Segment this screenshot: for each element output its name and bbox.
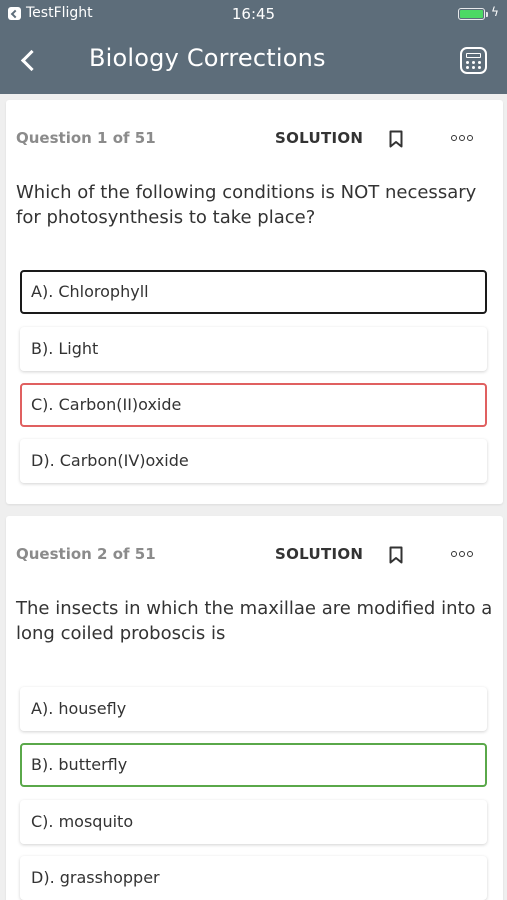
- option-c[interactable]: C). mosquito: [20, 800, 487, 844]
- option-b[interactable]: B). butterfly: [20, 743, 487, 787]
- solution-button[interactable]: SOLUTION: [275, 545, 363, 563]
- option-c[interactable]: C). Carbon(II)oxide: [20, 383, 487, 427]
- more-options-icon[interactable]: [451, 550, 473, 558]
- battery-icon: [458, 8, 485, 20]
- question-counter: Question 1 of 51: [16, 129, 156, 147]
- option-d[interactable]: D). Carbon(IV)oxide: [20, 439, 487, 483]
- status-time: 16:45: [231, 5, 276, 23]
- question-counter: Question 2 of 51: [16, 545, 156, 563]
- bookmark-icon[interactable]: [389, 130, 403, 148]
- back-button[interactable]: [14, 44, 44, 78]
- option-a[interactable]: A). Chlorophyll: [20, 270, 487, 314]
- calculator-icon: [466, 53, 481, 58]
- calculator-button[interactable]: [460, 47, 487, 74]
- battery-tip: [486, 12, 488, 17]
- question-text: Which of the following conditions is NOT…: [16, 182, 477, 228]
- status-bar: TestFlight 16:45 ϟ: [0, 0, 507, 28]
- option-a[interactable]: A). housefly: [20, 687, 487, 731]
- solution-button[interactable]: SOLUTION: [275, 129, 363, 147]
- option-b[interactable]: B). Light: [20, 327, 487, 371]
- more-options-icon[interactable]: [451, 134, 473, 142]
- option-d[interactable]: D). grasshopper: [20, 856, 487, 900]
- bookmark-icon[interactable]: [389, 546, 403, 564]
- question-text: The insects in which the maxillae are mo…: [16, 598, 493, 644]
- page-title: Biology Corrections: [89, 44, 326, 72]
- question-card: Question 2 of 51 SOLUTION The insects in…: [6, 516, 503, 900]
- question-card: Question 1 of 51 SOLUTION Which of the f…: [6, 100, 503, 504]
- app-header: TestFlight 16:45 ϟ Biology Corrections: [0, 0, 507, 94]
- chevron-left-icon: [20, 49, 43, 72]
- bolt-icon: ϟ: [491, 5, 499, 19]
